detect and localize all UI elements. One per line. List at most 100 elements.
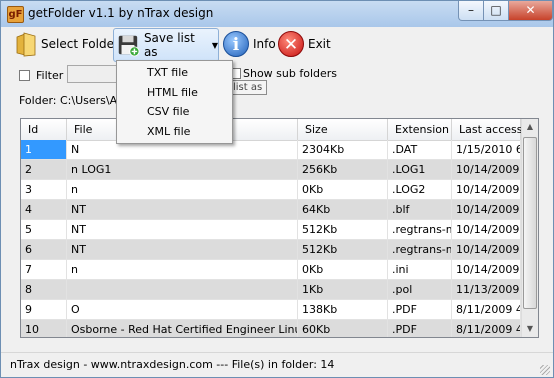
filter-label: Filter: [36, 68, 64, 82]
save-list-tooltip: list as: [227, 80, 267, 95]
info-label: Info: [253, 37, 276, 51]
row-file: [67, 280, 298, 299]
menu-item-txt-file[interactable]: TXT file: [117, 63, 230, 82]
close-window-button[interactable]: ✕: [508, 1, 553, 21]
save-list-menu: TXT file HTML file CSV file XML file: [116, 60, 233, 144]
floppy-disk-icon: [118, 35, 140, 57]
table-row[interactable]: 5 NT 512Kb .regtrans-ms 10/14/2009 9:: [21, 220, 521, 240]
row-last-access: 10/14/2009 9:: [452, 260, 521, 279]
exit-label: Exit: [308, 37, 331, 51]
column-header-size[interactable]: Size: [298, 119, 388, 140]
row-last-access: 11/13/2009 5:: [452, 280, 521, 299]
filter-row: Filter: [19, 67, 63, 83]
row-size: 138Kb: [298, 300, 388, 319]
row-last-access: 10/14/2009 9:: [452, 220, 521, 239]
row-size: 0Kb: [298, 180, 388, 199]
row-id: 2: [21, 160, 67, 179]
row-last-access: 10/14/2009 9:: [452, 180, 521, 199]
show-sub-folders-row: Show sub folders: [230, 67, 337, 80]
menu-item-xml-file[interactable]: XML file: [117, 122, 230, 141]
scroll-down-icon[interactable]: ▼: [522, 321, 538, 337]
maximize-button[interactable]: □: [483, 1, 509, 21]
menu-item-csv-file[interactable]: CSV file: [117, 102, 230, 121]
table-header: Id File Size Extension Last access: [21, 119, 522, 141]
table-row[interactable]: 9 O 138Kb .PDF 8/11/2009 4:: [21, 300, 521, 320]
row-last-access: 8/11/2009 4:: [452, 320, 521, 337]
row-last-access: 8/11/2009 4:: [452, 300, 521, 319]
select-folder-label: Select Folder: [41, 37, 119, 51]
row-extension: .PDF: [388, 300, 452, 319]
save-list-as-label: Save list as: [143, 31, 195, 59]
row-id: 3: [21, 180, 67, 199]
table-row[interactable]: 10 Osborne - Red Hat Certified Engineer …: [21, 320, 521, 337]
filter-checkbox[interactable]: [19, 69, 30, 81]
scroll-thumb[interactable]: [523, 137, 537, 309]
folder-path-label: Folder: C:\Users\Aun: [19, 94, 132, 107]
row-id: 4: [21, 200, 67, 219]
row-extension: .ini: [388, 260, 452, 279]
vertical-scrollbar[interactable]: ▲ ▼: [521, 119, 538, 337]
table-row[interactable]: 4 NT 64Kb .blf 10/14/2009 9:: [21, 200, 521, 220]
row-size: 256Kb: [298, 160, 388, 179]
row-extension: .DAT: [388, 140, 452, 159]
table-row[interactable]: 6 NT 512Kb .regtrans-ms 10/14/2009 9:: [21, 240, 521, 260]
row-id: 8: [21, 280, 67, 299]
row-file: NT: [67, 220, 298, 239]
row-last-access: 10/14/2009 9:: [452, 200, 521, 219]
menu-item-html-file[interactable]: HTML file: [117, 83, 230, 102]
exit-button[interactable]: ✕ Exit: [278, 28, 331, 60]
row-id: 10: [21, 320, 67, 337]
info-button[interactable]: i Info: [223, 28, 276, 60]
row-id: 6: [21, 240, 67, 259]
row-extension: .LOG1: [388, 160, 452, 179]
file-list-table[interactable]: Id File Size Extension Last access 1 N 2…: [20, 118, 539, 338]
row-file: Osborne - Red Hat Certified Engineer Lin…: [67, 320, 298, 337]
row-id: 1: [21, 140, 67, 159]
exit-icon: ✕: [278, 31, 304, 57]
row-size: 64Kb: [298, 200, 388, 219]
row-extension: .LOG2: [388, 180, 452, 199]
row-file: n LOG1: [67, 160, 298, 179]
row-extension: .pol: [388, 280, 452, 299]
row-id: 5: [21, 220, 67, 239]
scroll-up-icon[interactable]: ▲: [522, 119, 538, 135]
table-row[interactable]: 1 N 2304Kb .DAT 1/15/2010 6:4: [21, 140, 521, 160]
table-row[interactable]: 2 n LOG1 256Kb .LOG1 10/14/2009 9:: [21, 160, 521, 180]
row-file: n: [67, 180, 298, 199]
minimize-button[interactable]: –: [458, 1, 484, 21]
title-bar[interactable]: gF getFolder v1.1 by nTrax design – □ ✕: [1, 1, 553, 27]
folder-icon: [16, 32, 36, 57]
select-folder-button[interactable]: Select Folder: [15, 28, 119, 60]
toolbar: Select Folder Save list as ▼ i Info ✕ Ex…: [7, 27, 547, 63]
info-icon: i: [223, 31, 249, 57]
row-size: 0Kb: [298, 260, 388, 279]
column-header-extension[interactable]: Extension: [388, 119, 452, 140]
table-row[interactable]: 8 1Kb .pol 11/13/2009 5:: [21, 280, 521, 300]
row-file: NT: [67, 240, 298, 259]
table-row[interactable]: 7 n 0Kb .ini 10/14/2009 9:: [21, 260, 521, 280]
row-last-access: 10/14/2009 9:: [452, 160, 521, 179]
row-file: n: [67, 260, 298, 279]
row-extension: .PDF: [388, 320, 452, 337]
status-text: nTrax design - www.ntraxdesign.com --- F…: [10, 358, 335, 371]
status-bar: nTrax design - www.ntraxdesign.com --- F…: [1, 352, 553, 377]
row-file: NT: [67, 200, 298, 219]
row-size: 2304Kb: [298, 140, 388, 159]
row-id: 9: [21, 300, 67, 319]
row-extension: .blf: [388, 200, 452, 219]
column-header-id[interactable]: Id: [21, 119, 67, 140]
window-title: getFolder v1.1 by nTrax design: [28, 6, 214, 20]
row-last-access: 1/15/2010 6:4: [452, 140, 521, 159]
row-file: O: [67, 300, 298, 319]
filter-input[interactable]: [67, 65, 119, 83]
resize-grip-icon[interactable]: [540, 365, 550, 375]
row-id: 7: [21, 260, 67, 279]
app-window: gF getFolder v1.1 by nTrax design – □ ✕ …: [0, 0, 554, 378]
table-row[interactable]: 3 n 0Kb .LOG2 10/14/2009 9:: [21, 180, 521, 200]
row-size: 60Kb: [298, 320, 388, 337]
column-header-last-access[interactable]: Last access: [452, 119, 522, 140]
save-list-as-button[interactable]: Save list as ▼: [113, 28, 219, 62]
show-sub-folders-label: Show sub folders: [243, 67, 338, 80]
row-size: 1Kb: [298, 280, 388, 299]
row-last-access: 10/14/2009 9:: [452, 240, 521, 259]
